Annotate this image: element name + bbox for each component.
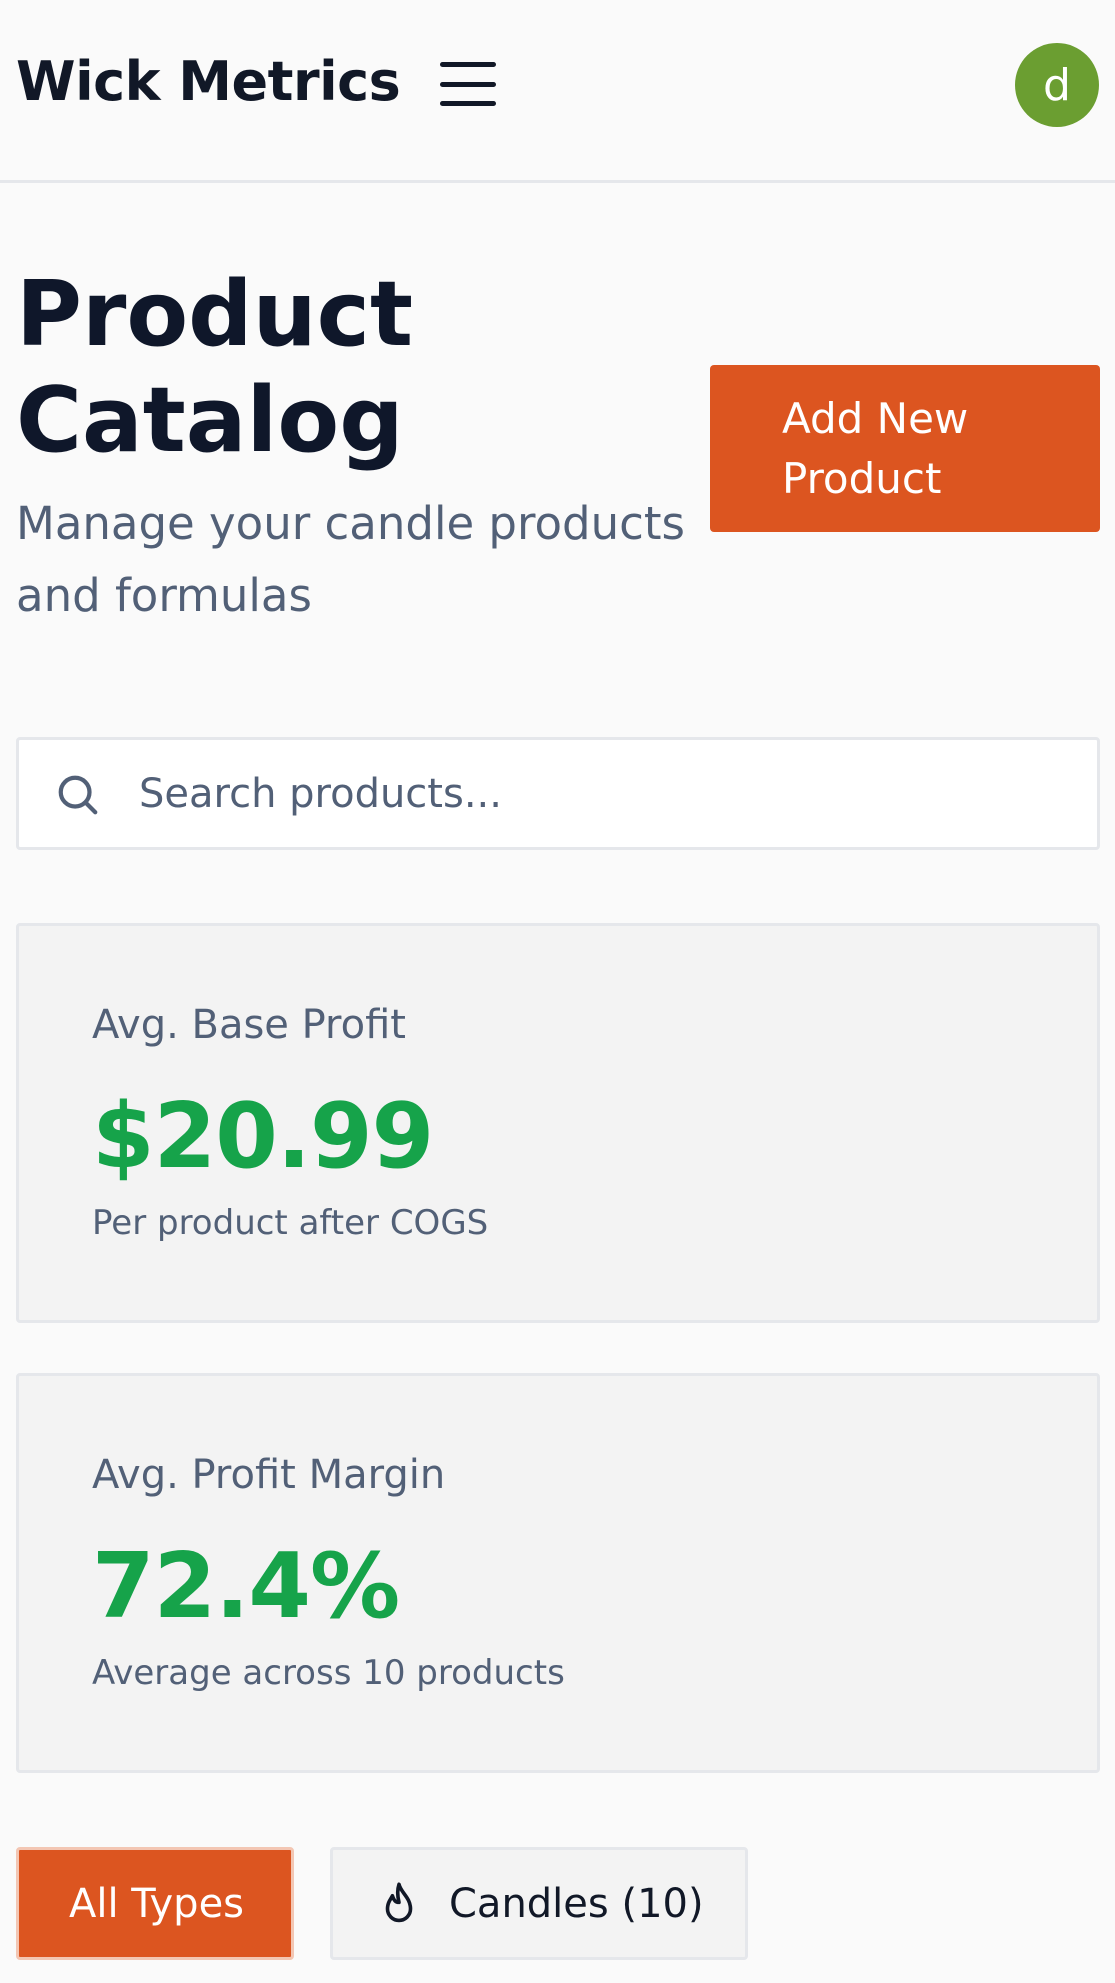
avg-base-profit-card: Avg. Base Profit $20.99 Per product afte… — [16, 923, 1100, 1323]
stat-note: Per product after COGS — [92, 1203, 489, 1243]
stat-note: Average across 10 products — [92, 1653, 565, 1693]
filter-all-types[interactable]: All Types — [16, 1847, 294, 1960]
menu-line — [440, 81, 496, 87]
type-filter-bar: All Types Candles (10) — [16, 1847, 748, 1960]
user-avatar[interactable]: d — [1015, 43, 1099, 127]
stat-label: Avg. Profit Margin — [92, 1452, 446, 1498]
filter-label: All Types — [69, 1880, 245, 1927]
page-subtitle: Manage your candle products and formulas — [16, 497, 685, 622]
stat-value: 72.4% — [92, 1534, 400, 1639]
app-brand[interactable]: Wick Metrics — [16, 50, 401, 113]
page-title: Product Catalog — [16, 262, 414, 473]
stat-value: $20.99 — [92, 1084, 434, 1189]
filter-candles[interactable]: Candles (10) — [330, 1847, 748, 1960]
hamburger-menu-icon[interactable] — [440, 62, 496, 106]
menu-line — [440, 101, 496, 106]
menu-line — [440, 62, 496, 67]
search-box — [16, 737, 1100, 850]
top-bar: Wick Metrics d — [0, 0, 1115, 183]
stat-label: Avg. Base Profit — [92, 1002, 406, 1048]
search-icon — [58, 775, 98, 815]
add-new-product-button[interactable]: Add New Product — [710, 365, 1100, 532]
avg-profit-margin-card: Avg. Profit Margin 72.4% Average across … — [16, 1373, 1100, 1773]
search-input[interactable] — [139, 740, 1079, 847]
filter-label: Candles (10) — [449, 1880, 704, 1927]
flame-icon — [385, 1881, 413, 1922]
page-heading: Product Catalog Manage your candle produ… — [16, 262, 696, 632]
